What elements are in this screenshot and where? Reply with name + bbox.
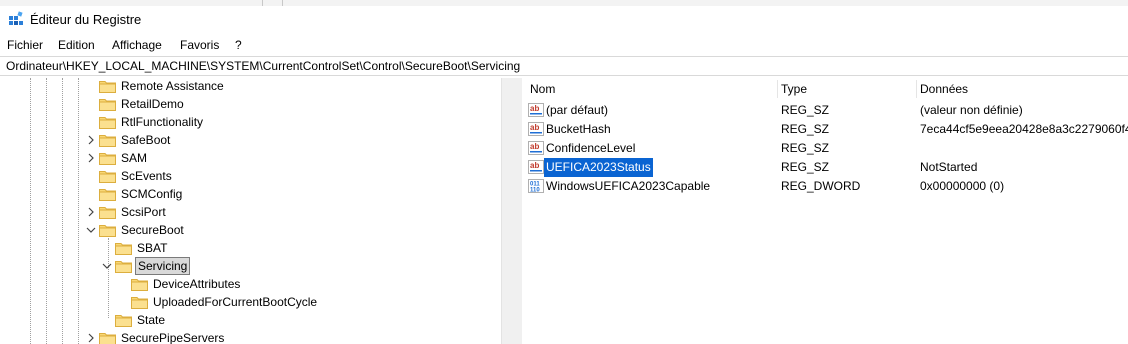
value-data: (valeur non définie)	[920, 103, 1023, 117]
menu-help[interactable]: ?	[235, 38, 242, 52]
tree-item-remote assistance[interactable]: Remote Assistance	[0, 78, 500, 95]
tree-item-servicing[interactable]: Servicing	[0, 257, 500, 275]
svg-text:ab: ab	[530, 123, 539, 132]
folder-icon	[99, 134, 116, 147]
folder-icon	[99, 224, 116, 237]
value-type: REG_SZ	[781, 160, 830, 174]
chevron-right-icon[interactable]	[86, 329, 96, 344]
menu-edition[interactable]: Edition	[58, 38, 95, 52]
menu-fichier[interactable]: Fichier	[7, 38, 43, 52]
column-divider	[916, 80, 917, 98]
folder-icon	[99, 152, 116, 165]
value-type: REG_SZ	[781, 141, 830, 155]
value-type: REG_SZ	[781, 103, 830, 117]
svg-text:ab: ab	[530, 142, 539, 151]
tree-item-sam[interactable]: SAM	[0, 149, 500, 167]
string-value-icon: ab	[528, 160, 544, 174]
folder-icon	[99, 80, 116, 93]
registry-editor-app-icon	[8, 11, 24, 27]
tree-item-retaildemo[interactable]: RetailDemo	[0, 95, 500, 113]
value-row[interactable]: ab BucketHash REG_SZ 7eca44cf5e9eea20428e8a…	[522, 120, 1128, 139]
value-row[interactable]: ab UEFICA2023Status REG_SZ NotStarted	[522, 158, 1128, 177]
value-row[interactable]: ab (par défaut) REG_SZ (valeur non définie)	[522, 101, 1128, 120]
column-header-name[interactable]: Nom	[530, 78, 555, 100]
folder-icon	[99, 332, 116, 344]
tree-item-label: SAM	[121, 151, 148, 165]
chevron-right-icon[interactable]	[86, 203, 96, 221]
value-name[interactable]: (par défaut)	[546, 101, 608, 120]
tree-item-label: State	[137, 313, 166, 327]
tree-item-state[interactable]: State	[0, 311, 500, 329]
tree-item-label: RetailDemo	[121, 97, 184, 111]
tree-item-label: SBAT	[137, 241, 168, 255]
tree-item-label: SecureBoot	[121, 223, 184, 237]
tree-item-label: ScEvents	[121, 169, 172, 183]
tree-item-label: RtlFunctionality	[121, 115, 204, 129]
address-bar[interactable]: Ordinateur\HKEY_LOCAL_MACHINE\SYSTEM\Cur…	[0, 56, 1128, 76]
folder-icon	[115, 260, 132, 273]
tree-item-scevents[interactable]: ScEvents	[0, 167, 500, 185]
string-value-icon: ab	[528, 122, 544, 136]
tree-item-deviceattributes[interactable]: DeviceAttributes	[0, 275, 500, 293]
folder-icon	[99, 98, 116, 111]
tree-item-label: SecurePipeServers	[121, 331, 225, 344]
folder-icon	[99, 206, 116, 219]
value-name[interactable]: UEFICA2023Status	[544, 158, 653, 177]
value-list-pane[interactable]: Nom Type Données ab (par défaut) REG_SZ (va…	[522, 78, 1128, 344]
column-divider	[777, 80, 778, 98]
value-name[interactable]: BucketHash	[546, 120, 611, 139]
key-tree-pane[interactable]: Remote Assistance RetailDemo RtlFunctional…	[0, 78, 501, 344]
value-data: 7eca44cf5e9eea20428e8a3c2279060f4124	[920, 122, 1128, 136]
chevron-right-icon[interactable]	[86, 131, 96, 149]
value-name[interactable]: WindowsUEFICA2023Capable	[546, 177, 710, 196]
column-header-type[interactable]: Type	[781, 78, 807, 100]
tree-item-label: Remote Assistance	[121, 79, 224, 93]
tree-scrollbar[interactable]	[501, 78, 517, 344]
tree-item-label: SafeBoot	[121, 133, 171, 147]
folder-icon	[99, 170, 116, 183]
string-value-icon: ab	[528, 103, 544, 117]
value-row[interactable]: 011 110 WindowsUEFICA2023Capable REG_DWORD 0…	[522, 177, 1128, 196]
tree-item-label: DeviceAttributes	[153, 277, 241, 291]
svg-text:110: 110	[530, 188, 540, 194]
menu-affichage[interactable]: Affichage	[112, 38, 162, 52]
svg-text:ab: ab	[530, 104, 539, 113]
value-type: REG_SZ	[781, 122, 830, 136]
svg-text:ab: ab	[530, 161, 539, 170]
folder-icon	[115, 314, 132, 327]
column-header-data[interactable]: Données	[920, 78, 968, 100]
value-name[interactable]: ConfidenceLevel	[546, 139, 635, 158]
tree-item-scmconfig[interactable]: SCMConfig	[0, 185, 500, 203]
value-data: NotStarted	[920, 160, 978, 174]
folder-icon	[131, 278, 148, 291]
tree-item-securepipeservers[interactable]: SecurePipeServers	[0, 329, 500, 344]
folder-icon	[99, 116, 116, 129]
chevron-right-icon[interactable]	[86, 149, 96, 167]
tree-item-label: ScsiPort	[121, 205, 166, 219]
tree-item-rtlfunctionality[interactable]: RtlFunctionality	[0, 113, 500, 131]
title-bar: Éditeur du Registre	[0, 6, 1128, 36]
chevron-down-icon[interactable]	[102, 257, 112, 275]
menu-favoris[interactable]: Favoris	[180, 38, 219, 52]
address-path[interactable]: Ordinateur\HKEY_LOCAL_MACHINE\SYSTEM\Cur…	[6, 59, 520, 73]
window-title: Éditeur du Registre	[30, 12, 142, 27]
chevron-down-icon[interactable]	[86, 221, 96, 239]
value-row[interactable]: ab ConfidenceLevel REG_SZ	[522, 139, 1128, 158]
tree-item-secureboot[interactable]: SecureBoot	[0, 221, 500, 239]
tree-item-scsiport[interactable]: ScsiPort	[0, 203, 500, 221]
dword-value-icon: 011 110	[528, 179, 544, 194]
folder-icon	[115, 242, 132, 255]
tree-item-label: UploadedForCurrentBootCycle	[153, 295, 318, 309]
value-type: REG_DWORD	[781, 179, 861, 193]
value-data: 0x00000000 (0)	[920, 179, 1005, 193]
string-value-icon: ab	[528, 141, 544, 155]
tree-item-sbat[interactable]: SBAT	[0, 239, 500, 257]
folder-icon	[131, 296, 148, 309]
tree-item-label: SCMConfig	[121, 187, 183, 201]
tree-item-safeboot[interactable]: SafeBoot	[0, 131, 500, 149]
folder-icon	[99, 188, 116, 201]
tree-item-label: Servicing	[135, 257, 191, 275]
menu-bar: Fichier Edition Affichage Favoris ?	[0, 36, 1128, 56]
tree-item-uploadedforcurrentbootcycle[interactable]: UploadedForCurrentBootCycle	[0, 293, 500, 311]
